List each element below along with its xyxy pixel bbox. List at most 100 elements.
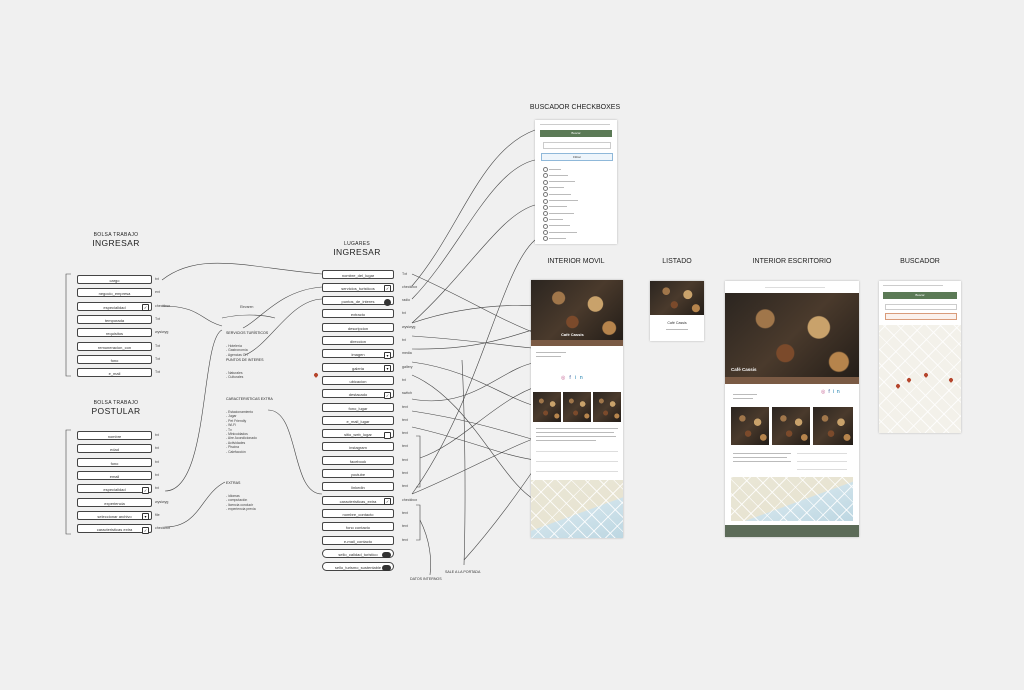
lugares-field-label: ubicacion: [349, 378, 367, 384]
filter-tags[interactable]: [543, 142, 611, 149]
filter-checkbox[interactable]: [543, 230, 548, 235]
lugares-field-linkedin[interactable]: linkedin: [322, 482, 394, 492]
note-extras-title: EXTRAS: [226, 480, 241, 485]
brace-elevaren: [221, 314, 276, 319]
lugares-field-facebook[interactable]: facebook: [322, 455, 394, 465]
lugares-field-type: checkbox: [402, 497, 418, 502]
ingresar-field-cargo[interactable]: cargo: [77, 275, 152, 284]
filter-checkbox[interactable]: [543, 211, 548, 217]
ingresar-field-temporada[interactable]: temporada: [77, 314, 152, 324]
lugares-field-type: wysiwyg: [402, 324, 416, 329]
gallery-image-2[interactable]: [563, 392, 591, 422]
filter-checkbox-label: [549, 231, 577, 233]
lugares-field-label: servicios_turisticos: [341, 285, 375, 291]
ingresar-field-especialidad[interactable]: especialidad ✓: [77, 301, 152, 312]
lugares-field-sitio-web-lugar[interactable]: sitio_web_lugar: [322, 429, 394, 439]
lugares-field-fono-lugar[interactable]: fono_lugar: [322, 402, 394, 412]
note-elevaren: Elevaren: [240, 305, 254, 309]
desktop-gallery-3[interactable]: [813, 407, 853, 445]
postular-field-label: fono: [110, 460, 119, 466]
lugares-field-sello-turismo-sustentable[interactable]: sello_turismo_sustentable: [322, 562, 394, 572]
filter-checkbox[interactable]: [543, 173, 548, 179]
postular-field-seleccionar-archivo[interactable]: seleccionar archivo ▾: [77, 510, 152, 521]
lugares-field-nombre-contacto[interactable]: nombre_contacto: [322, 508, 394, 518]
postular-field-fono[interactable]: fono: [77, 457, 152, 467]
lugares-field-label: fono contacto: [345, 525, 371, 531]
wire-nombre-cargo: [161, 262, 323, 281]
postular-field-caracteristicas-extra[interactable]: caracteristicas extra ✓: [77, 524, 152, 534]
postular-field-edad[interactable]: edad: [77, 444, 152, 454]
filter-checkbox[interactable]: [543, 236, 548, 242]
ingresar-field-fono[interactable]: fono: [77, 354, 152, 364]
postular-field-experiencia[interactable]: experiencia: [77, 497, 152, 507]
lugares-field-imagen[interactable]: imagen ▾: [322, 349, 394, 359]
bolsa-ingresar-title-big: INGRESAR: [92, 238, 140, 248]
desktop-gallery-1[interactable]: [731, 407, 769, 445]
ingresar-field-type: Txt: [155, 343, 160, 348]
postular-field-label: especialidad: [103, 487, 126, 493]
lugares-field-label: e-mail_contacto: [343, 538, 373, 544]
lugares-field-youtube[interactable]: youtube: [322, 469, 394, 478]
ingresar-field-type: ext: [155, 290, 160, 295]
lugares-field-destacado[interactable]: destacado ✓: [322, 389, 394, 399]
postular-field-type: txt: [155, 446, 159, 451]
radio-icon: [384, 298, 391, 306]
lugares-field-caracteristicas-extra[interactable]: caracteristicas_extra ✓: [322, 495, 394, 506]
filter-checkbox[interactable]: [543, 167, 548, 172]
buscador-search-button[interactable]: [885, 313, 957, 320]
desktop-hero-place-name: Café Cassis: [731, 367, 757, 372]
filter-checkbox[interactable]: [543, 223, 548, 229]
lugares-field-nombre-del-lugar[interactable]: nombre_del_lugar: [322, 269, 394, 279]
lugares-field-label: sitio_web_lugar: [344, 432, 372, 438]
wire-caracteristicas: [267, 409, 323, 495]
buscar-bar[interactable]: Buscar: [540, 130, 612, 137]
buscador-buscar-bar[interactable]: Buscar: [883, 292, 957, 299]
ingresar-field-label: negocio_empresa: [98, 291, 131, 297]
filter-checkbox[interactable]: [543, 198, 548, 204]
lugares-field-sello-calidad-turistico[interactable]: sello_calidad_turistico: [322, 548, 394, 558]
lugares-field-type: checkbox: [402, 284, 418, 289]
ingresar-field-remuneracion-con[interactable]: remuneracion_con: [77, 341, 152, 351]
postular-field-email[interactable]: email: [77, 470, 152, 480]
ingresar-field-requisitos[interactable]: requisitos: [77, 328, 152, 338]
lugares-field-type: text: [402, 404, 408, 409]
lugares-field-type: text: [402, 537, 408, 542]
connector-lines: [65, 129, 611, 576]
lugares-field-extracto[interactable]: extracto: [322, 309, 394, 319]
filter-checkbox[interactable]: [543, 179, 548, 185]
lugares-field-e-mail-contacto[interactable]: e-mail_contacto: [322, 535, 394, 545]
ingresar-field-e-mail[interactable]: e_mail: [77, 368, 152, 378]
gallery-image-1[interactable]: [533, 392, 561, 422]
lugares-field-e-mail-lugar[interactable]: e_mail_lugar: [322, 415, 394, 425]
lugares-field-label: nombre_contacto: [342, 511, 374, 517]
postular-field-especialidad[interactable]: especialidad ✓: [77, 484, 152, 494]
hero-brown-bar: [531, 340, 623, 346]
desktop-gallery-2[interactable]: [772, 407, 810, 445]
hero-place-name: Café Cassis: [561, 332, 584, 337]
buscador-filters[interactable]: [885, 304, 957, 310]
filter-checkbox[interactable]: [543, 204, 548, 210]
filter-checkbox[interactable]: [543, 185, 548, 191]
filtrar-button[interactable]: Filtrar: [541, 153, 613, 161]
lugares-field-instagram[interactable]: instagram: [322, 442, 394, 452]
location-map[interactable]: [531, 480, 623, 538]
desktop-location-map[interactable]: [731, 477, 853, 521]
filter-checkbox-label: [549, 193, 571, 195]
lugares-field-descripcion[interactable]: descripcion: [322, 322, 394, 332]
listado-image[interactable]: [650, 281, 704, 315]
lugares-field-type: radio: [402, 298, 410, 303]
lugares-field-fono-contacto[interactable]: fono contacto: [322, 522, 394, 532]
lugares-field-direccion[interactable]: direccion: [322, 336, 394, 345]
lugares-field-galeria[interactable]: galeria ▾: [322, 362, 394, 373]
lugares-field-servicios-turisticos[interactable]: servicios_turisticos ✓: [322, 282, 394, 293]
filter-checkbox[interactable]: [543, 192, 548, 198]
lugares-field-label: descripcion: [347, 325, 369, 331]
lugares-field-puntos-de-interes[interactable]: puntos_de_interes: [322, 296, 394, 306]
gallery-image-3[interactable]: [593, 392, 621, 422]
filter-checkbox[interactable]: [543, 217, 548, 223]
lugares-field-ubicacion[interactable]: ubicacion: [322, 375, 394, 385]
postular-field-nombre[interactable]: nombre: [77, 431, 152, 440]
dropdown-icon: ▾: [384, 365, 391, 373]
wire-datos-internos: [419, 519, 431, 576]
ingresar-field-negocio-empresa[interactable]: negocio_empresa: [77, 288, 152, 298]
